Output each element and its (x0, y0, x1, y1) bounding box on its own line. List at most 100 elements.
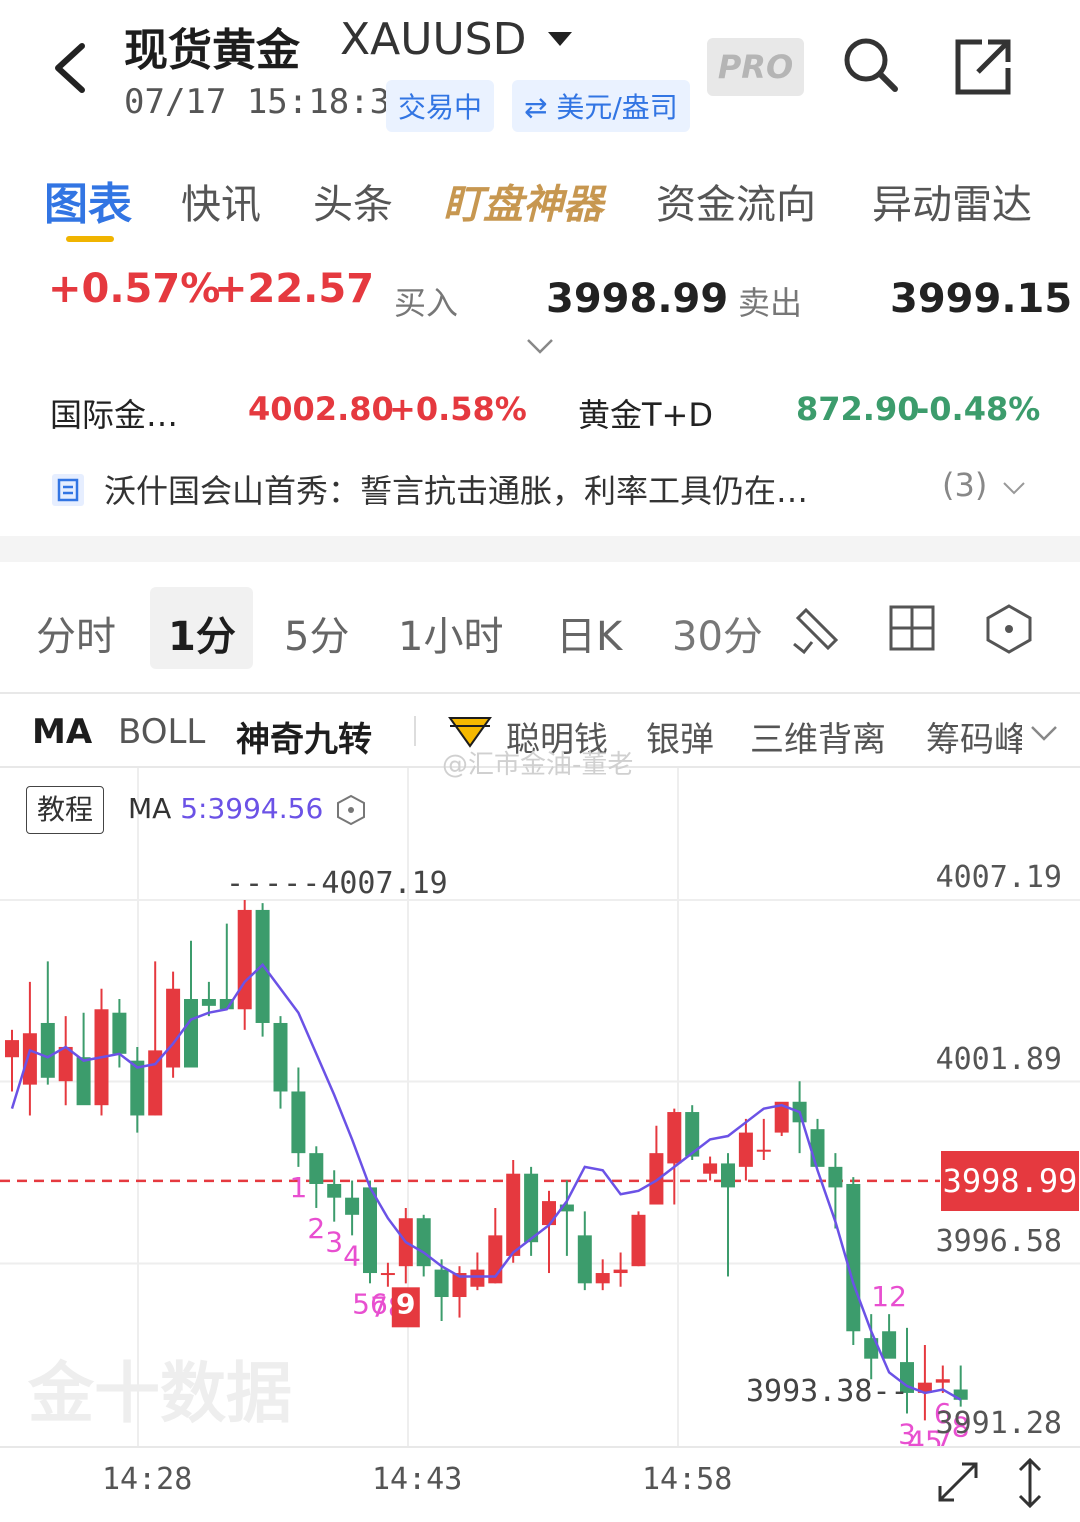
divider (414, 716, 416, 746)
draw-tool-button[interactable] (790, 604, 842, 660)
candle-body (846, 1183, 861, 1332)
back-button[interactable] (48, 38, 98, 98)
tab-anomaly-radar[interactable]: 异动雷达 (872, 172, 1032, 230)
candle-body (721, 1163, 735, 1188)
share-icon (955, 39, 1011, 95)
tutorial-button[interactable]: 教程 (26, 786, 104, 834)
search-icon (844, 38, 898, 92)
tab-fund-flow[interactable]: 资金流向 (656, 172, 816, 230)
td-count-label: 2 (307, 1212, 325, 1245)
candle-body (470, 1269, 485, 1287)
ma-legend: MA 5:3994.56 (128, 792, 323, 825)
high-value: 4007.19 (321, 866, 448, 901)
indicator-3d-divergence[interactable]: 三维背离 (750, 712, 886, 761)
vertical-scale-button[interactable] (1014, 1456, 1046, 1514)
candle-body (613, 1269, 628, 1274)
candle-body (542, 1201, 556, 1226)
x-axis-label: 14:28 (102, 1462, 193, 1497)
td-count-label: 4 (343, 1239, 361, 1272)
expand-quote-button[interactable] (526, 336, 554, 360)
candle-body (345, 1197, 360, 1215)
symbol-selector[interactable]: XAUUSD (340, 14, 526, 65)
candle-body (595, 1273, 610, 1284)
search-button[interactable] (840, 34, 900, 94)
tab-monitor-tool[interactable]: 盯盘神器 (443, 172, 603, 230)
candle-body (828, 1166, 843, 1188)
trading-status-badge: 交易中 (386, 80, 495, 132)
caret-down-icon[interactable] (548, 32, 572, 46)
related-item-intl-gold[interactable]: 国际金… (50, 390, 178, 436)
x-axis-label: 14:58 (642, 1462, 733, 1497)
low-marker: 3993.38-- (746, 1374, 909, 1409)
tab-flash-news[interactable]: 快讯 (181, 172, 261, 230)
candle-body (309, 1153, 324, 1184)
period-30min[interactable]: 30分 (672, 604, 763, 662)
pen-icon (793, 607, 839, 655)
ma-settings-button[interactable] (336, 794, 366, 830)
news-headline: 沃什国会山首秀：誓言抗击通胀，利率工具仍在… (104, 472, 809, 510)
change-amount: +22.57 (214, 266, 375, 312)
y-axis-label: 3991.28 (935, 1406, 1062, 1441)
chart-settings-button[interactable] (984, 603, 1034, 659)
candle-body (577, 1235, 592, 1284)
tab-chart[interactable]: 图表 (44, 168, 132, 232)
period-1hour[interactable]: 1小时 (398, 604, 503, 662)
candle-body (40, 1022, 55, 1078)
related-name: 黄金T+D (578, 396, 714, 434)
related-price: 4002.80 (248, 390, 394, 428)
period-daily[interactable]: 日K (556, 604, 622, 662)
change-percent: +0.57% (48, 266, 221, 312)
candle-body (667, 1112, 682, 1164)
candle-body (738, 1132, 753, 1167)
related-change: -0.48% (916, 390, 1041, 428)
related-item-gold-td[interactable]: 黄金T+D (578, 390, 713, 436)
period-5min[interactable]: 5分 (284, 604, 349, 662)
vertical-arrows-icon (1018, 1457, 1042, 1509)
chevron-down-icon (1031, 726, 1057, 741)
expand-indicators-button[interactable] (1030, 724, 1058, 746)
candle-body (184, 998, 198, 1068)
pro-button[interactable]: PRO (707, 38, 804, 96)
candle-body (201, 998, 216, 1006)
ask-label: 卖出 (738, 284, 803, 322)
td-count-label: 12 (871, 1280, 907, 1313)
divider (0, 692, 1080, 694)
y-axis-label: 4001.89 (935, 1042, 1062, 1077)
divider (0, 1446, 1080, 1448)
active-tab-indicator (66, 236, 114, 242)
high-marker: -----4007.19 (226, 866, 448, 901)
bid-price: 3998.99 (546, 276, 729, 322)
news-ticker[interactable]: 沃什国会山首秀：誓言抗击通胀，利率工具仍在… (3) (50, 466, 1030, 512)
period-1min[interactable]: 1分 (168, 604, 236, 662)
quote-datetime: 07/17 15:18:32 (124, 82, 411, 122)
x-axis-label: 14:43 (372, 1462, 463, 1497)
layout-button[interactable] (888, 604, 936, 656)
indicator-ma[interactable]: MA (32, 712, 92, 752)
candle-body (631, 1214, 646, 1267)
period-intraday[interactable]: 分时 (36, 604, 116, 662)
ma-name: MA (128, 792, 172, 825)
candle-body (935, 1379, 950, 1383)
current-price-tag: 3998.99 (941, 1151, 1079, 1211)
candle-body (76, 1057, 91, 1106)
weibo-watermark: @汇市金油-董老 (442, 750, 634, 780)
y-axis-label: 4007.19 (935, 860, 1062, 895)
candle-body (649, 1153, 664, 1205)
related-name: 国际金… (50, 396, 179, 434)
low-value: 3993.38 (746, 1374, 873, 1409)
indicator-td9[interactable]: 神奇九转 (236, 712, 372, 761)
indicator-chip-peak[interactable]: 筹码峰 (926, 712, 1022, 761)
indicator-silver-bullet[interactable]: 银弹 (646, 712, 714, 761)
fullscreen-button[interactable] (934, 1458, 982, 1510)
tab-headlines[interactable]: 头条 (313, 172, 393, 230)
candle-body (22, 1033, 37, 1085)
share-button[interactable] (952, 36, 1016, 100)
unit-toggle[interactable]: ⇄ 美元/盎司 (512, 80, 690, 132)
candle-body (810, 1129, 825, 1167)
candle-body (291, 1091, 306, 1154)
candle-body (237, 909, 252, 1010)
indicator-boll[interactable]: BOLL (118, 712, 205, 752)
td-count-label: 3 (325, 1226, 343, 1259)
candle-body (882, 1331, 897, 1359)
candle-body (112, 1012, 127, 1054)
